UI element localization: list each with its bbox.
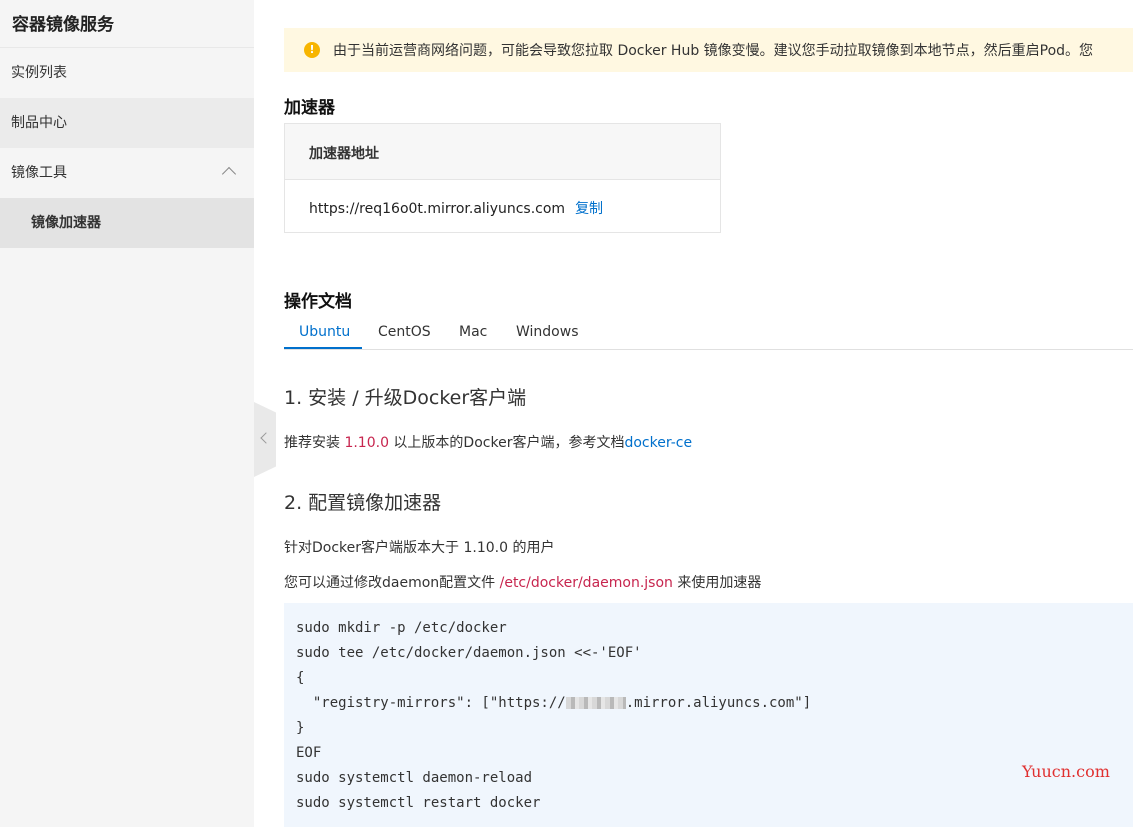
- warning-icon: !: [304, 42, 320, 58]
- redacted-text: [565, 697, 626, 709]
- code-line: sudo systemctl restart docker: [296, 795, 541, 811]
- sidebar-item-label: 实例列表: [11, 65, 67, 81]
- text-fragment: 以上版本的Docker客户端，参考文档: [388, 435, 625, 451]
- os-tabs: Ubuntu CentOS Mac Windows: [284, 316, 1133, 350]
- sidebar-item-artifacts[interactable]: 制品中心: [0, 98, 254, 148]
- version-highlight: 1.10.0: [344, 435, 389, 451]
- text-fragment: 来使用加速器: [672, 575, 762, 591]
- tab-ubuntu[interactable]: Ubuntu: [299, 324, 350, 340]
- accelerator-heading: 加速器: [284, 98, 335, 118]
- accelerator-card: 加速器地址 https://req16o0t.mirror.aliyuncs.c…: [284, 123, 721, 233]
- notice-text: 由于当前运营商网络问题，可能会导致您拉取 Docker Hub 镜像变慢。建议您…: [333, 43, 1094, 59]
- watermark: Yuucn.com: [1022, 762, 1110, 781]
- copy-link[interactable]: 复制: [575, 201, 603, 217]
- code-line: sudo systemctl daemon-reload: [296, 770, 533, 786]
- accelerator-card-body: https://req16o0t.mirror.aliyuncs.com 复制: [285, 180, 720, 236]
- code-line: {: [296, 670, 305, 686]
- sidebar-title: 容器镜像服务: [0, 0, 254, 48]
- sidebar: 容器镜像服务 实例列表 制品中心 镜像工具 镜像加速器: [0, 0, 254, 827]
- tab-windows[interactable]: Windows: [516, 324, 579, 340]
- notice-banner: ! 由于当前运营商网络问题，可能会导致您拉取 Docker Hub 镜像变慢。建…: [284, 28, 1133, 72]
- config-path: /etc/docker/daemon.json: [499, 575, 673, 591]
- code-fragment: "registry-mirrors": ["https://: [296, 695, 566, 711]
- code-line: }: [296, 720, 305, 736]
- text-fragment: 推荐安装: [284, 435, 345, 451]
- sidebar-item-image-tools[interactable]: 镜像工具: [0, 148, 254, 198]
- sidebar-item-image-accelerator[interactable]: 镜像加速器: [0, 198, 254, 248]
- active-tab-indicator: [284, 347, 362, 349]
- text-fragment: 您可以通过修改daemon配置文件: [284, 575, 500, 591]
- section-1-title: 1. 安装 / 升级Docker客户端: [284, 387, 527, 409]
- docs-heading: 操作文档: [284, 292, 352, 312]
- sidebar-item-label: 镜像加速器: [31, 215, 101, 231]
- code-line: "registry-mirrors": ["https:// .mirror.al…: [296, 691, 1121, 716]
- code-line: sudo tee /etc/docker/daemon.json <<-'EOF…: [296, 645, 642, 661]
- section-2-line2: 您可以通过修改daemon配置文件 /etc/docker/daemon.jso…: [284, 572, 761, 592]
- section-2-line1: 针对Docker客户端版本大于 1.10.0 的用户: [284, 540, 555, 556]
- code-block: sudo mkdir -p /etc/docker sudo tee /etc/…: [284, 603, 1133, 827]
- chevron-up-icon: [221, 166, 237, 182]
- code-line: sudo mkdir -p /etc/docker: [296, 620, 507, 636]
- accelerator-address: https://req16o0t.mirror.aliyuncs.com: [309, 201, 566, 217]
- code-fragment: .mirror.aliyuncs.com"]: [625, 695, 812, 711]
- section-2-title: 2. 配置镜像加速器: [284, 492, 442, 514]
- code-line: EOF: [296, 745, 322, 761]
- section-1-text: 推荐安装 1.10.0 以上版本的Docker客户端，参考文档docker-ce: [284, 432, 692, 452]
- tab-centos[interactable]: CentOS: [378, 324, 431, 340]
- chevron-left-icon: [260, 432, 272, 444]
- sidebar-item-instances[interactable]: 实例列表: [0, 48, 254, 98]
- docker-ce-link[interactable]: docker-ce: [624, 435, 692, 451]
- accelerator-card-header: 加速器地址: [285, 124, 720, 180]
- sidebar-item-label: 镜像工具: [11, 165, 67, 181]
- sidebar-item-label: 制品中心: [11, 115, 67, 131]
- sidebar-collapse-handle[interactable]: [254, 402, 276, 477]
- tab-mac[interactable]: Mac: [459, 324, 487, 340]
